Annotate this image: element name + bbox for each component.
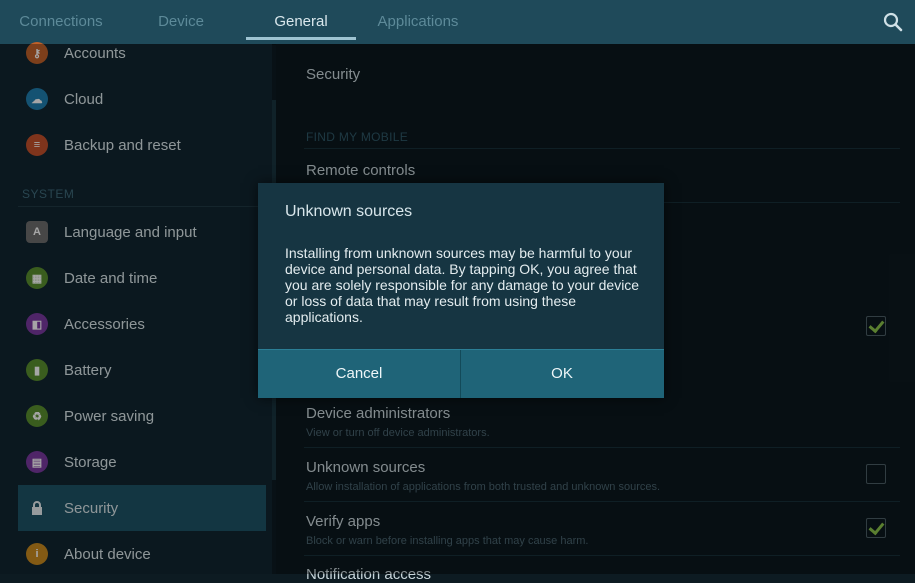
dialog-message: Installing from unknown sources may be h…: [285, 245, 640, 325]
unknown-sources-dialog: Unknown sources Installing from unknown …: [258, 183, 664, 398]
search-icon[interactable]: [879, 8, 907, 36]
dialog-button-bar: Cancel OK: [258, 349, 664, 398]
tab-applications[interactable]: Applications: [370, 0, 466, 44]
cancel-button[interactable]: Cancel: [258, 350, 460, 398]
ok-button[interactable]: OK: [461, 350, 663, 398]
dialog-title: Unknown sources: [285, 203, 413, 220]
